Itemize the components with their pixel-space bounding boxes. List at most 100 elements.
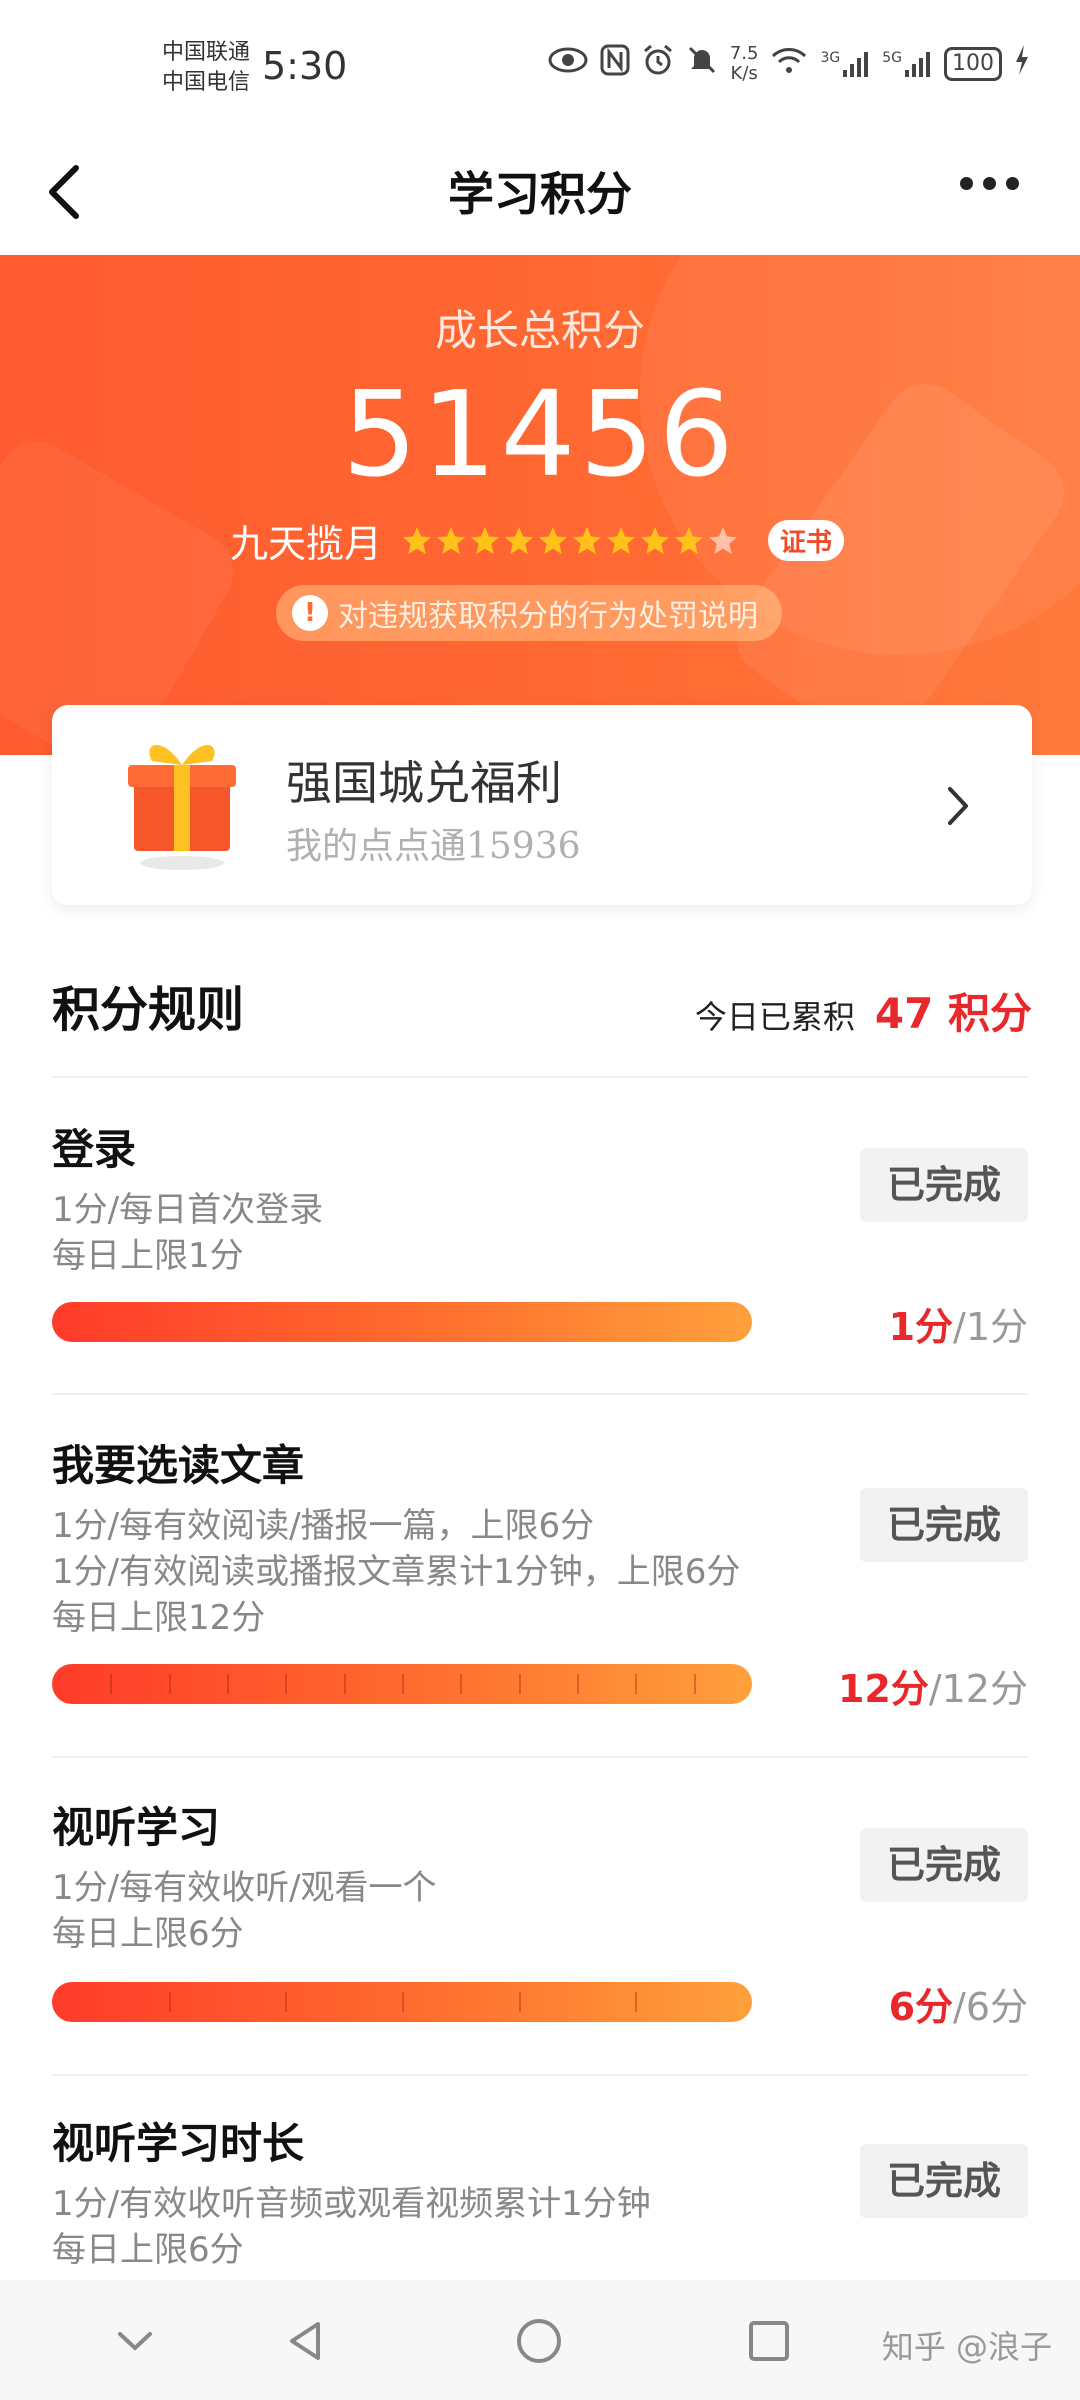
carrier-1: 中国联通 xyxy=(162,40,251,65)
nfc-icon xyxy=(600,44,630,84)
rule-desc-line: 每日上限1分 xyxy=(52,1236,244,1276)
rule-score: 12分/12分 xyxy=(838,1658,1028,1713)
divider xyxy=(52,1756,1028,1758)
divider xyxy=(52,1393,1028,1395)
rule-score-earned: 6分 xyxy=(888,1985,954,2029)
today-points: 今日已累积 47 积分 xyxy=(695,980,1032,1041)
triangle-back-icon xyxy=(290,2322,320,2360)
rule-item-read-articles: 我要选读文章 1分/每有效阅读/播报一篇，上限6分 1分/有效阅读或播报文章累计… xyxy=(52,1432,1028,1722)
star-filled-icon xyxy=(402,526,432,556)
welfare-title: 强国城兑福利 xyxy=(286,756,562,810)
progress-segment-tick xyxy=(635,1674,637,1694)
collapse-button[interactable] xyxy=(110,2316,160,2366)
progress-segment-tick xyxy=(169,1674,171,1694)
rule-status-button[interactable]: 已完成 xyxy=(860,1828,1028,1902)
points-hero: 成长总积分 51456 九天揽月 证书 ! 对违规获取积分的行为处罚说明 xyxy=(0,255,1080,755)
divider xyxy=(52,1076,1028,1078)
gift-icon xyxy=(122,725,242,875)
total-points-value: 51456 xyxy=(342,365,738,503)
system-nav-bar: 知乎 @浪子 xyxy=(0,2280,1080,2400)
battery-icon: 100 xyxy=(944,47,1002,81)
nav-back-button[interactable] xyxy=(282,2316,332,2366)
chevron-right-icon xyxy=(942,781,972,831)
signal-5g-icon: 5G xyxy=(882,50,932,78)
wifi-icon xyxy=(770,45,808,83)
progress-segment-tick xyxy=(694,1674,696,1694)
progress-segment-tick xyxy=(402,1992,404,2012)
rule-name: 我要选读文章 xyxy=(52,1441,305,1490)
rule-status-button[interactable]: 已完成 xyxy=(860,2144,1028,2218)
total-points-label: 成长总积分 xyxy=(434,306,645,355)
charging-icon xyxy=(1014,45,1030,83)
nav-recents-button[interactable] xyxy=(744,2316,794,2366)
alarm-icon xyxy=(642,44,674,84)
rule-score: 1分/1分 xyxy=(889,1296,1028,1351)
rule-score-max: /1分 xyxy=(953,1305,1028,1349)
star-empty-icon xyxy=(708,526,738,556)
star-filled-icon xyxy=(538,526,568,556)
rule-status-button[interactable]: 已完成 xyxy=(860,1488,1028,1562)
rule-desc-line: 每日上限12分 xyxy=(52,1598,266,1638)
page-title: 学习积分 xyxy=(448,167,632,221)
level-row[interactable]: 九天揽月 证书 xyxy=(230,513,845,568)
level-name: 九天揽月 xyxy=(230,522,383,566)
rule-score-max: /6分 xyxy=(953,1985,1028,2029)
rule-desc-line: 每日上限6分 xyxy=(52,2230,244,2270)
carrier-2: 中国电信 xyxy=(162,70,251,95)
progress-segment-tick xyxy=(519,1674,521,1694)
exclamation-icon: ! xyxy=(292,595,328,631)
star-filled-icon xyxy=(470,526,500,556)
rules-header: 积分规则 今日已累积 47 积分 xyxy=(52,960,1032,1040)
more-dots-icon xyxy=(960,176,973,190)
star-filled-icon xyxy=(606,526,636,556)
rule-status-button[interactable]: 已完成 xyxy=(860,1148,1028,1222)
network-speed: 7.5 K/s xyxy=(729,43,759,84)
penalty-notice-link[interactable]: ! 对违规获取积分的行为处罚说明 xyxy=(276,585,782,641)
rule-score: 6分/6分 xyxy=(889,1976,1028,2031)
progress-segment-tick xyxy=(285,1992,287,2012)
level-stars xyxy=(402,526,738,556)
star-filled-icon xyxy=(504,526,534,556)
square-recents-icon xyxy=(749,2321,789,2361)
rule-item-login: 登录 1分/每日首次登录 每日上限1分 已完成 1分/1分 xyxy=(52,1116,1028,1356)
mute-icon xyxy=(686,44,718,84)
progress-segment-tick xyxy=(169,1992,171,2012)
status-bar: 中国联通 中国电信 5:30 7.5 K/s 3G 5G 100 xyxy=(0,0,1080,130)
nav-bar: 学习积分 xyxy=(0,130,1080,255)
eye-icon xyxy=(548,46,588,82)
star-filled-icon xyxy=(640,526,670,556)
star-filled-icon xyxy=(674,526,704,556)
signal-3g-icon: 3G xyxy=(820,50,870,78)
chevron-down-icon xyxy=(118,2332,152,2351)
progress-segment-tick xyxy=(285,1674,287,1694)
circle-home-icon xyxy=(517,2319,561,2363)
rule-progress-bar xyxy=(52,1982,752,2022)
certificate-badge[interactable]: 证书 xyxy=(768,520,845,561)
rule-score-max: /12分 xyxy=(928,1667,1028,1711)
rule-item-audiovisual: 视听学习 1分/每有效收听/观看一个 每日上限6分 已完成 6分/6分 xyxy=(52,1794,1028,2034)
rule-score-earned: 1分 xyxy=(888,1305,954,1349)
watermark: 知乎 @浪子 xyxy=(881,2328,1052,2366)
nav-home-button[interactable] xyxy=(514,2316,564,2366)
today-points-value: 47 积分 xyxy=(874,989,1032,1038)
welfare-card[interactable]: 强国城兑福利 我的点点通15936 xyxy=(52,705,1032,905)
progress-segment-tick xyxy=(519,1992,521,2012)
progress-segment-tick xyxy=(635,1992,637,2012)
star-filled-icon xyxy=(436,526,466,556)
progress-segment-tick xyxy=(577,1674,579,1694)
rule-item-audiovisual-duration: 视听学习时长 1分/有效收听音频或观看视频累计1分钟 每日上限6分 已完成 xyxy=(52,2110,1028,2280)
points-balance: 我的点点通15936 xyxy=(286,826,581,867)
status-time: 5:30 xyxy=(262,44,348,88)
progress-segment-tick xyxy=(227,1674,229,1694)
rules-title: 积分规则 xyxy=(52,982,245,1038)
more-button[interactable] xyxy=(960,168,1030,198)
progress-segment-tick xyxy=(110,1674,112,1694)
today-points-label: 今日已累积 xyxy=(694,998,855,1036)
progress-segment-tick xyxy=(344,1674,346,1694)
carrier-info: 中国联通 中国电信 xyxy=(162,38,250,98)
rule-desc-line: 每日上限6分 xyxy=(52,1914,244,1954)
divider xyxy=(52,2074,1028,2076)
rule-score-earned: 12分 xyxy=(837,1667,929,1711)
star-filled-icon xyxy=(572,526,602,556)
progress-segment-tick xyxy=(460,1674,462,1694)
